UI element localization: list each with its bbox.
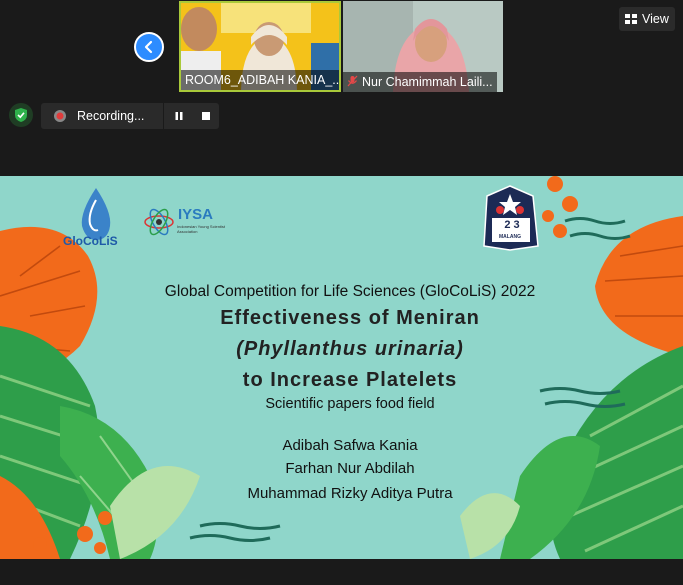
recording-indicator: Recording... [41,103,219,129]
participant-name: Nur Chamimmah Laili... [343,72,497,92]
slide-title-line: Effectiveness of Meniran [220,307,480,329]
recording-label: Recording... [77,109,145,123]
author-name: Muhammad Rizky Aditya Putra [247,485,453,502]
iysa-logo: IYSA [178,206,214,223]
author-name: Farhan Nur Abdilah [285,460,415,477]
previous-page-button[interactable] [134,32,164,62]
participant-video-tile[interactable]: ROOM6_ADIBAH KANIA_... [179,1,341,92]
divider [163,103,164,129]
chevron-left-icon [144,40,153,54]
view-button[interactable]: View [619,7,675,31]
glocolis-logo: GloCoLiS [63,234,118,248]
muted-microphone-icon [347,75,358,87]
school-badge-number: 2 3 [504,219,520,231]
participant-name-text: Nur Chamimmah Laili... [362,75,493,89]
slide-title-line: (Phyllanthus urinaria) [236,338,464,360]
slide-title-line: to Increase Platelets [242,369,458,391]
meeting-bottom-bar [0,559,683,585]
shared-screen-slide: GloCoLiS IYSA Indonesian Young Scientist… [0,176,683,559]
encryption-shield-button[interactable] [9,103,33,127]
author-name: Adibah Safwa Kania [282,437,418,454]
slide-subtitle: Scientific papers food field [265,396,435,412]
pause-recording-button[interactable] [174,111,184,121]
stop-recording-button[interactable] [201,111,211,121]
participant-name: ROOM6_ADIBAH KANIA_... [181,70,339,90]
meeting-toolbar: ROOM6_ADIBAH KANIA_... Nur Chamimmah Lai… [0,0,683,176]
participant-video-tile[interactable]: Nur Chamimmah Laili... [343,1,503,92]
school-badge-city: MALANG [499,234,521,240]
recording-dot-icon [54,110,66,122]
iysa-subtitle: Indonesian Young Scientist Association [177,224,226,234]
shield-check-icon [15,108,27,122]
view-label: View [642,12,669,26]
grid-view-icon [625,14,637,24]
competition-name: Global Competition for Life Sciences (Gl… [164,283,536,300]
